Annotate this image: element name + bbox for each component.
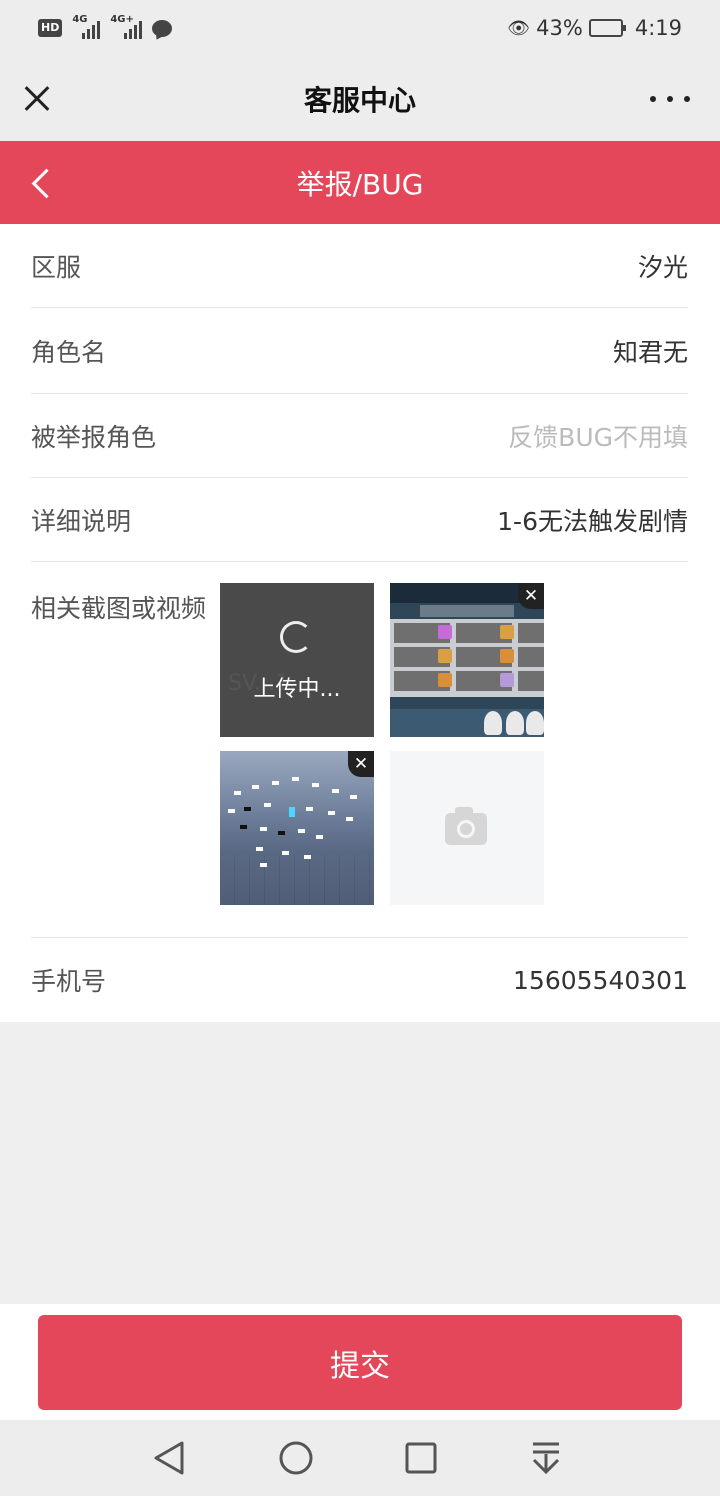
phone-input[interactable]: 15605540301 bbox=[513, 966, 688, 995]
remove-attachment-button[interactable]: ✕ bbox=[518, 583, 544, 609]
nav-home-icon[interactable] bbox=[278, 1440, 314, 1476]
nav-back-icon[interactable] bbox=[152, 1440, 186, 1476]
role-name-value: 知君无 bbox=[612, 337, 688, 367]
server-label: 区服 bbox=[31, 252, 82, 282]
close-icon[interactable] bbox=[18, 78, 58, 118]
report-form: 区服 汐光 角色名 知君无 被举报角色 反馈BUG不用填 详细说明 1-6无法触… bbox=[0, 224, 720, 1022]
status-right: 👁 43% 4:19 bbox=[507, 16, 682, 40]
title-bar: 客服中心 bbox=[0, 56, 720, 141]
remove-attachment-button[interactable]: ✕ bbox=[348, 751, 374, 777]
hd-badge: HD bbox=[38, 19, 63, 37]
phone-row[interactable]: 手机号 15605540301 bbox=[31, 938, 688, 1022]
nav-recent-icon[interactable] bbox=[404, 1441, 438, 1475]
details-input[interactable]: 1-6无法触发剧情 bbox=[497, 502, 688, 538]
more-icon[interactable] bbox=[650, 84, 690, 114]
attachment-thumbnail-2[interactable]: ✕ bbox=[220, 751, 374, 905]
phone-label: 手机号 bbox=[31, 967, 107, 996]
submit-button[interactable]: 提交 bbox=[38, 1315, 682, 1410]
section-header: 举报/BUG bbox=[0, 141, 720, 224]
role-name-label: 角色名 bbox=[31, 337, 107, 367]
message-icon bbox=[152, 19, 173, 37]
reported-role-label: 被举报角色 bbox=[31, 422, 157, 452]
system-nav-bar bbox=[0, 1420, 720, 1496]
battery-percent: 43% bbox=[536, 16, 583, 40]
reported-role-row[interactable]: 被举报角色 反馈BUG不用填 bbox=[31, 394, 688, 478]
attachments-label: 相关截图或视频 bbox=[31, 594, 207, 623]
section-title: 举报/BUG bbox=[296, 167, 424, 201]
loading-spinner-icon bbox=[280, 621, 312, 653]
clock: 4:19 bbox=[634, 16, 682, 40]
camera-icon bbox=[445, 807, 487, 845]
details-label: 详细说明 bbox=[31, 506, 132, 536]
eye-icon: 👁 bbox=[507, 17, 531, 39]
attachment-thumbnail-1[interactable]: ✕ bbox=[390, 583, 544, 737]
status-bar: HD 4G 4G+ 👁 43% 4:19 bbox=[0, 0, 720, 56]
reported-role-input[interactable]: 反馈BUG不用填 bbox=[508, 418, 688, 454]
nav-notification-down-icon[interactable] bbox=[530, 1440, 562, 1476]
screenshot-image bbox=[220, 751, 374, 905]
add-attachment-button[interactable] bbox=[390, 751, 544, 905]
chevron-left-icon[interactable] bbox=[26, 167, 56, 197]
screenshot-image bbox=[390, 583, 544, 737]
server-row[interactable]: 区服 汐光 bbox=[31, 224, 688, 308]
details-row[interactable]: 详细说明 1-6无法触发剧情 bbox=[31, 478, 688, 562]
role-name-row[interactable]: 角色名 知君无 bbox=[31, 308, 688, 394]
uploading-label: 上传中... bbox=[253, 677, 341, 702]
bottom-action-bar: 提交 bbox=[0, 1304, 720, 1420]
page-title: 客服中心 bbox=[303, 83, 416, 117]
status-left: HD 4G 4G+ bbox=[38, 14, 173, 39]
attachments-row: 相关截图或视频 SV...1... 上传中... ✕ ✕ bbox=[31, 562, 688, 938]
server-value: 汐光 bbox=[637, 252, 688, 282]
signal-icon-2: 4G+ bbox=[110, 14, 143, 39]
signal-icon: 4G bbox=[72, 14, 101, 39]
uploading-thumbnail: SV...1... 上传中... bbox=[220, 583, 374, 737]
battery-icon bbox=[588, 19, 626, 37]
